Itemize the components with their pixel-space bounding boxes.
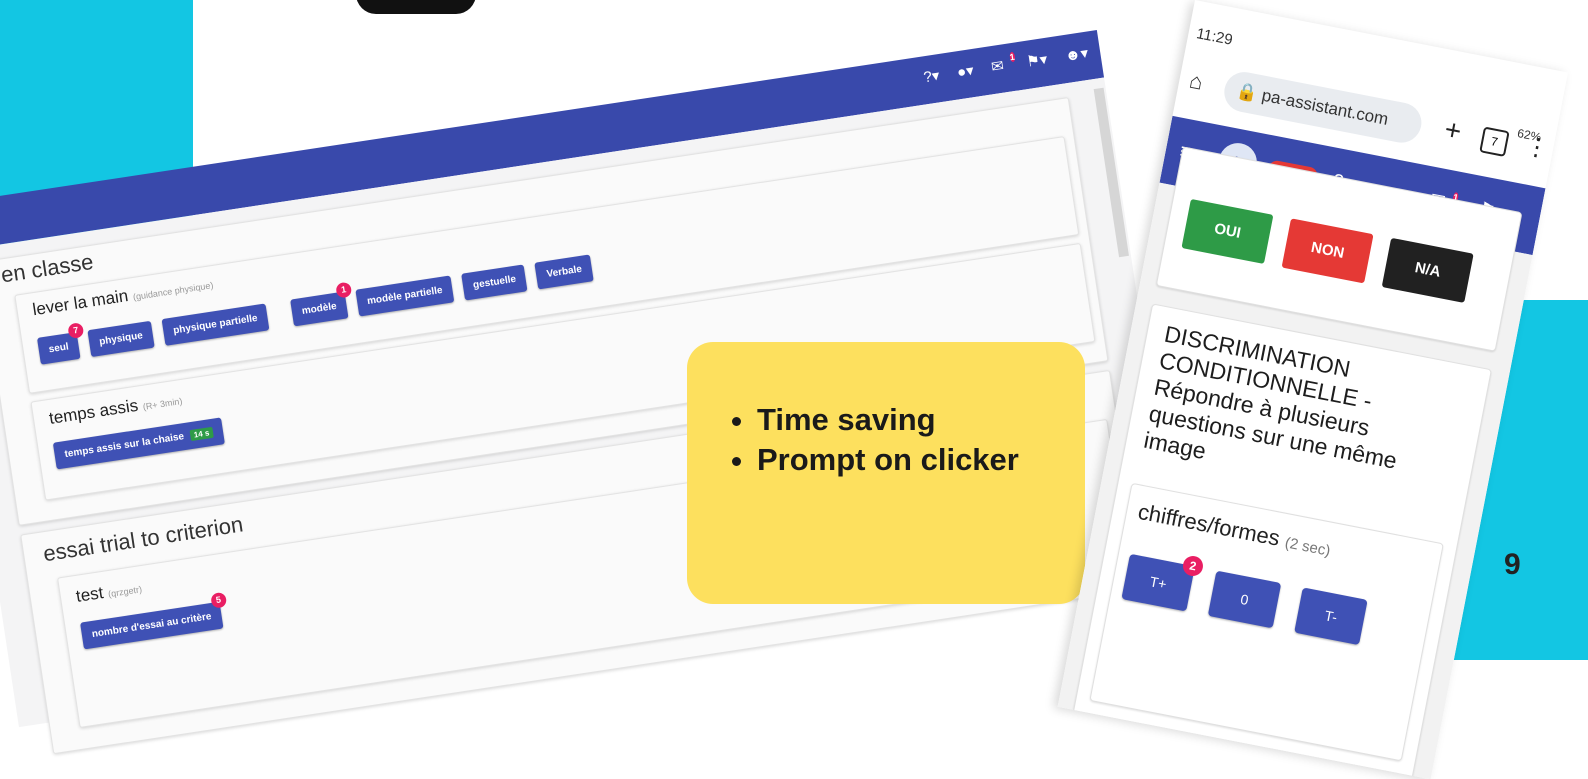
phone-screenshot: 11:29 62% ⌂ 🔒 pa-assistant.com + 7 ⋮ ≡ ∿… [1057, 0, 1569, 779]
flag-icon[interactable]: ⚑▾ [1025, 50, 1049, 72]
phone-time: 11:29 [1195, 25, 1235, 49]
desktop-toolbar-icons: ?▾ ●▾ ✉1 ⚑▾ ☻▾ [922, 44, 1089, 88]
help-icon[interactable]: ?▾ [922, 66, 941, 87]
notification-icon[interactable]: ✉1 [990, 51, 1016, 77]
user-icon[interactable]: ☻▾ [1064, 44, 1090, 66]
chat-icon[interactable]: ●▾ [956, 61, 975, 82]
feature-list: Time saving Prompt on clicker [723, 400, 1027, 480]
more-icon[interactable]: ⋮ [1523, 131, 1552, 164]
new-tab-icon[interactable]: + [1442, 113, 1464, 148]
home-icon[interactable]: ⌂ [1187, 68, 1205, 96]
feature-card: Time saving Prompt on clicker [687, 342, 1085, 604]
feature-item: Prompt on clicker [757, 440, 1027, 480]
title-fragment [356, 0, 476, 14]
feature-item: Time saving [757, 400, 1027, 440]
page-number: 9 [1504, 548, 1521, 581]
tab-count-icon[interactable]: 7 [1479, 126, 1510, 157]
timer-badge: 14 s [189, 426, 215, 442]
notification-badge: 1 [1008, 51, 1016, 63]
